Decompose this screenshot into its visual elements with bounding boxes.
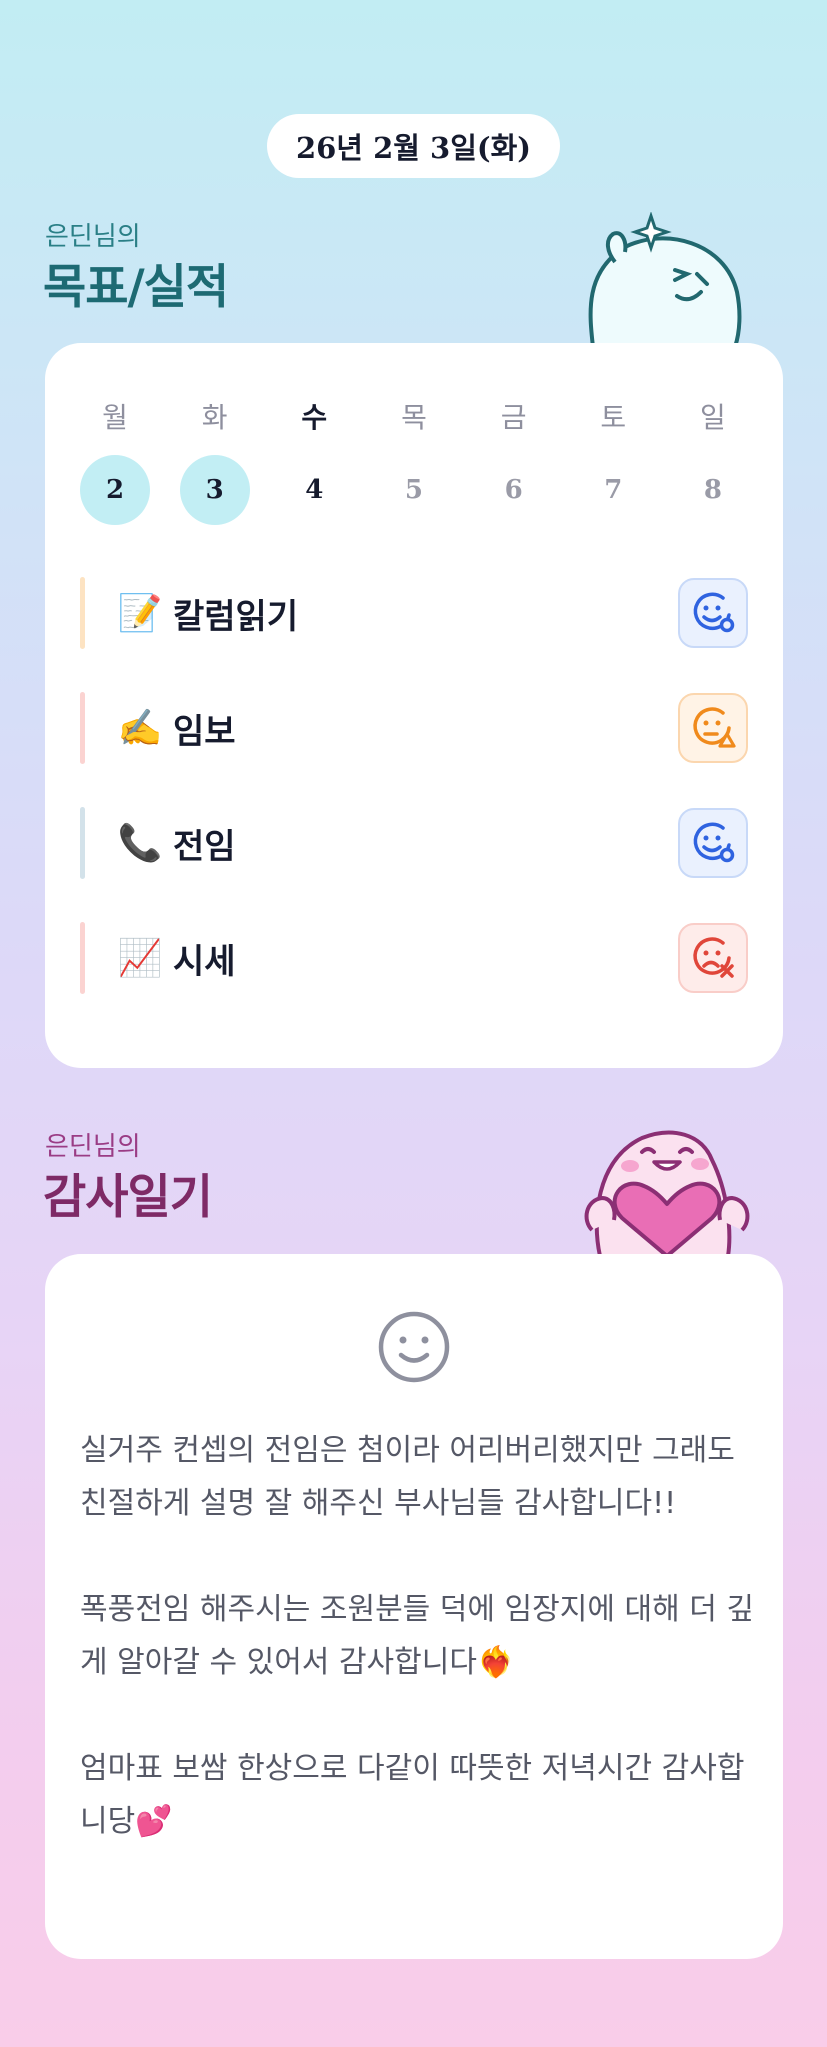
smile-face-icon xyxy=(378,1311,450,1383)
day-name: 일 xyxy=(700,401,726,434)
week-dates-row: 2 3 4 5 6 7 8 xyxy=(80,455,748,525)
date-button[interactable]: 8 xyxy=(678,455,748,525)
day-name: 월 xyxy=(102,401,128,434)
day-name: 목 xyxy=(401,401,427,434)
phone-icon: 📞 xyxy=(117,823,163,864)
goal-item[interactable]: ✍️ 임보 xyxy=(80,692,748,764)
smile-check-icon xyxy=(693,822,735,863)
sad-x-icon xyxy=(693,937,734,978)
chart-up-icon: 📈 xyxy=(117,938,163,979)
heart-mascot-icon xyxy=(584,1130,750,1256)
diary-section-title: 감사일기 xyxy=(43,1170,213,1225)
diary-entry-text: 실거주 컨셉의 전임은 첨이라 어리버리했지만 그래도 친절하게 설명 잘 해주… xyxy=(80,1433,754,1839)
goal-color-bar xyxy=(80,692,85,764)
goal-label: 전임 xyxy=(173,826,236,867)
day-name: 토 xyxy=(600,401,627,434)
ghost-mascot-icon xyxy=(588,212,742,347)
day-name-today: 수 xyxy=(301,401,328,434)
goal-item[interactable]: 📝 칼럼읽기 xyxy=(80,577,748,649)
day-name: 화 xyxy=(201,401,228,434)
status-good-button[interactable] xyxy=(678,578,748,648)
smile-check-icon xyxy=(693,592,735,633)
goal-item[interactable]: 📞 전임 xyxy=(80,807,748,879)
date-button[interactable]: 6 xyxy=(479,455,549,525)
date-button[interactable]: 5 xyxy=(379,455,449,525)
date-button[interactable]: 2 xyxy=(80,455,150,525)
date-button[interactable]: 7 xyxy=(578,455,648,525)
date-button[interactable]: 3 xyxy=(179,455,250,525)
status-mid-button[interactable] xyxy=(678,693,748,763)
day-name: 금 xyxy=(500,401,527,434)
week-days-row: 월 화 수 목 금 토 일 xyxy=(80,393,748,443)
diary-card: 실거주 컨셉의 전임은 첨이라 어리버리했지만 그래도 친절하게 설명 잘 해주… xyxy=(45,1254,783,1959)
date-pill: 26년 2월 3일(화) xyxy=(267,114,560,178)
goal-label: 시세 xyxy=(173,941,236,982)
goal-color-bar xyxy=(80,577,85,649)
goal-color-bar xyxy=(80,922,85,994)
status-good-button[interactable] xyxy=(678,808,748,878)
week-calendar: 월 화 수 목 금 토 일 2 3 4 5 6 7 8 xyxy=(80,393,748,525)
goal-section-title: 목표/실적 xyxy=(43,260,229,315)
goal-card: 월 화 수 목 금 토 일 2 3 4 5 6 7 8 📝 칼럼읽기 ✍️ 임보… xyxy=(45,343,783,1068)
memo-icon: 📝 xyxy=(117,593,163,634)
date-button-today[interactable]: 4 xyxy=(279,455,349,525)
neutral-warning-icon xyxy=(693,707,736,748)
writing-hand-icon: ✍️ xyxy=(117,708,163,749)
goal-item[interactable]: 📈 시세 xyxy=(80,922,748,994)
goal-label: 임보 xyxy=(173,711,236,752)
goal-label: 칼럼읽기 xyxy=(173,596,299,637)
status-bad-button[interactable] xyxy=(678,923,748,993)
goal-color-bar xyxy=(80,807,85,879)
